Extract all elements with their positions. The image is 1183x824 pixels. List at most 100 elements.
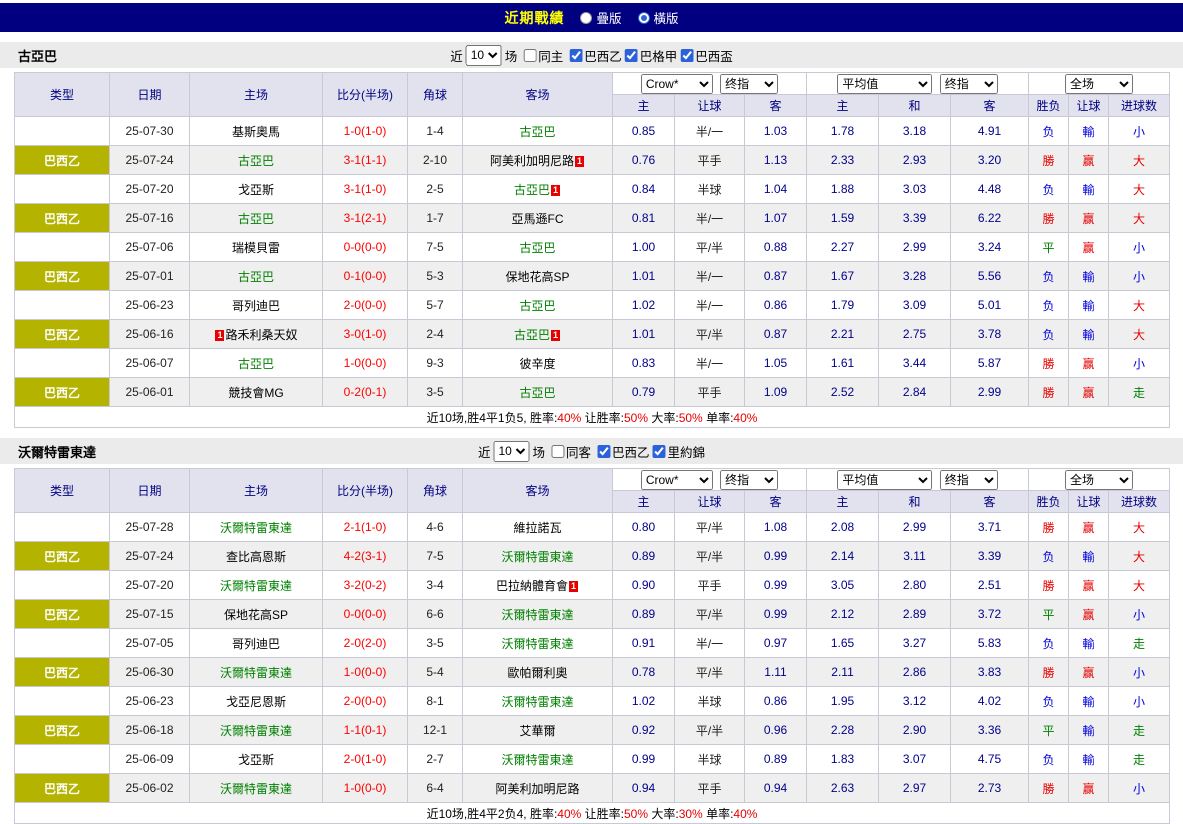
home-team-cell: 哥列迪巴 [190, 629, 323, 658]
team-link[interactable]: 亞馬遜FC [512, 212, 564, 226]
euro-average-select[interactable]: 平均值 [837, 470, 932, 490]
team-link[interactable]: 沃爾特雷東達 [501, 695, 573, 709]
team-link[interactable]: 阿美利加明尼路 [495, 782, 579, 796]
team-section-header: 古亞巴 近 10 场 同主 巴西乙巴格甲巴西盃 [0, 42, 1183, 68]
handicap-result-cell: 輸 [1069, 320, 1109, 349]
team-link[interactable]: 古亞巴 [238, 357, 274, 371]
league-filter-checkbox[interactable] [680, 49, 693, 62]
match-result-cell: 负 [1029, 291, 1069, 320]
team-link[interactable]: 沃爾特雷東達 [501, 608, 573, 622]
team-link[interactable]: 歐帕爾利奧 [507, 666, 567, 680]
goals-result-cell: 小 [1109, 117, 1170, 146]
same-venue-checkbox[interactable] [523, 49, 536, 62]
summary-part: 40% [733, 411, 757, 425]
team-link[interactable]: 沃爾特雷東達 [501, 637, 573, 651]
team-link[interactable]: 沃爾特雷東達 [220, 724, 292, 738]
team-link[interactable]: 基斯奧馬 [232, 125, 280, 139]
euro-average-select[interactable]: 平均值 [837, 74, 932, 94]
team-link[interactable]: 古亞巴 [519, 125, 555, 139]
asia-home-odds: 0.91 [613, 629, 675, 658]
match-row: 巴西乙25-06-30沃爾特雷東達1-0(0-0)5-4歐帕爾利奧0.78平/半… [15, 658, 1170, 687]
asia-final-odds-select[interactable]: 终指 [720, 74, 778, 94]
games-label: 场 [532, 442, 545, 461]
fulltime-scope-select[interactable]: 全场 [1065, 470, 1133, 490]
team-link[interactable]: 古亞巴 [519, 241, 555, 255]
asia-home-odds: 0.92 [613, 716, 675, 745]
team-link[interactable]: 阿美利加明尼路 [490, 154, 574, 168]
asia-away-odds: 0.89 [745, 745, 807, 774]
team-link[interactable]: 沃爾特雷東達 [220, 666, 292, 680]
same-venue-filter[interactable]: 同主 [523, 46, 563, 65]
team-link[interactable]: 競技會MG [228, 386, 283, 400]
team-link[interactable]: 沃爾特雷東達 [220, 521, 292, 535]
team-link[interactable]: 彼辛度 [519, 357, 555, 371]
league-filter-checkbox[interactable] [569, 49, 582, 62]
layout-option-stacked[interactable]: 疊版 [580, 8, 621, 27]
team-link[interactable]: 古亞巴 [514, 183, 550, 197]
match-row: 巴西乙25-07-28沃爾特雷東達2-1(1-0)4-6維拉諾瓦0.80平/半1… [15, 513, 1170, 542]
handicap-result-cell: 輸 [1069, 716, 1109, 745]
recent-count-select[interactable]: 10 [466, 45, 502, 66]
match-row: 巴西乙25-06-161路禾利桑天奴3-0(1-0)2-4古亞巴11.01平/半… [15, 320, 1170, 349]
team-link[interactable]: 古亞巴 [238, 154, 274, 168]
team-link[interactable]: 沃爾特雷東達 [501, 550, 573, 564]
recent-count-select[interactable]: 10 [493, 441, 529, 462]
euro-away-odds: 4.02 [951, 687, 1029, 716]
recent-summary: 近10场,胜4平1负5, 胜率:40% 让胜率:50% 大率:50% 单率:40… [15, 407, 1170, 428]
away-team-cell: 維拉諾瓦 [463, 513, 613, 542]
team-link[interactable]: 沃爾特雷東達 [220, 782, 292, 796]
team-link[interactable]: 戈亞尼恩斯 [226, 695, 286, 709]
league-filter[interactable]: 里約錦 [653, 442, 706, 461]
league-filter[interactable]: 巴西盃 [680, 46, 733, 65]
team-link[interactable]: 古亞巴 [519, 299, 555, 313]
match-result-cell: 负 [1029, 117, 1069, 146]
same-venue-filter[interactable]: 同客 [551, 442, 591, 461]
away-team-cell: 沃爾特雷東達 [463, 542, 613, 571]
euro-away-odds: 3.83 [951, 658, 1029, 687]
league-filter-checkbox[interactable] [625, 49, 638, 62]
league-filter[interactable]: 巴西乙 [569, 46, 622, 65]
asia-odds-header: Crow* 终指 [613, 469, 807, 491]
team-link[interactable]: 古亞巴 [519, 386, 555, 400]
euro-draw-odds: 3.27 [879, 629, 951, 658]
team-link[interactable]: 保地花高SP [505, 270, 569, 284]
team-link[interactable]: 維拉諾瓦 [513, 521, 561, 535]
team-link[interactable]: 戈亞斯 [238, 183, 274, 197]
team-link[interactable]: 查比高恩斯 [226, 550, 286, 564]
match-row: 巴西乙25-06-23戈亞尼恩斯2-0(0-0)8-1沃爾特雷東達1.02半球0… [15, 687, 1170, 716]
euro-final-odds-select[interactable]: 终指 [940, 470, 998, 490]
team-link[interactable]: 保地花高SP [224, 608, 288, 622]
away-team-cell: 沃爾特雷東達 [463, 687, 613, 716]
summary-part: 单率: [703, 807, 734, 821]
euro-final-odds-select[interactable]: 终指 [940, 74, 998, 94]
league-filter-checkbox[interactable] [653, 445, 666, 458]
layout-option-horizontal[interactable]: 橫版 [638, 8, 679, 27]
team-link[interactable]: 巴拉納體育會 [496, 579, 568, 593]
red-card-badge: 1 [569, 581, 578, 592]
bookmaker-select[interactable]: Crow* [641, 470, 713, 490]
team-link[interactable]: 戈亞斯 [238, 753, 274, 767]
team-link[interactable]: 哥列迪巴 [232, 299, 280, 313]
radio-stacked-icon [580, 12, 592, 24]
team-link[interactable]: 古亞巴 [238, 212, 274, 226]
same-venue-label: 同客 [566, 442, 591, 461]
league-filter-checkbox[interactable] [597, 445, 610, 458]
bookmaker-select[interactable]: Crow* [641, 74, 713, 94]
team-link[interactable]: 古亞巴 [514, 328, 550, 342]
team-link[interactable]: 艾華爾 [519, 724, 555, 738]
team-link[interactable]: 路禾利桑天奴 [225, 328, 297, 342]
same-venue-checkbox[interactable] [551, 445, 564, 458]
score-cell: 0-0(0-0) [323, 600, 408, 629]
team-link[interactable]: 瑞模貝雷 [232, 241, 280, 255]
team-link[interactable]: 沃爾特雷東達 [220, 579, 292, 593]
asia-final-odds-select[interactable]: 终指 [720, 470, 778, 490]
team-link[interactable]: 哥列迪巴 [232, 637, 280, 651]
league-filter[interactable]: 巴格甲 [625, 46, 678, 65]
league-filter[interactable]: 巴西乙 [597, 442, 650, 461]
euro-home-odds: 1.79 [807, 291, 879, 320]
team-link[interactable]: 古亞巴 [238, 270, 274, 284]
recent-label: 近 [478, 442, 491, 461]
fulltime-scope-select[interactable]: 全场 [1065, 74, 1133, 94]
away-team-cell: 阿美利加明尼路1 [463, 146, 613, 175]
team-link[interactable]: 沃爾特雷東達 [501, 753, 573, 767]
